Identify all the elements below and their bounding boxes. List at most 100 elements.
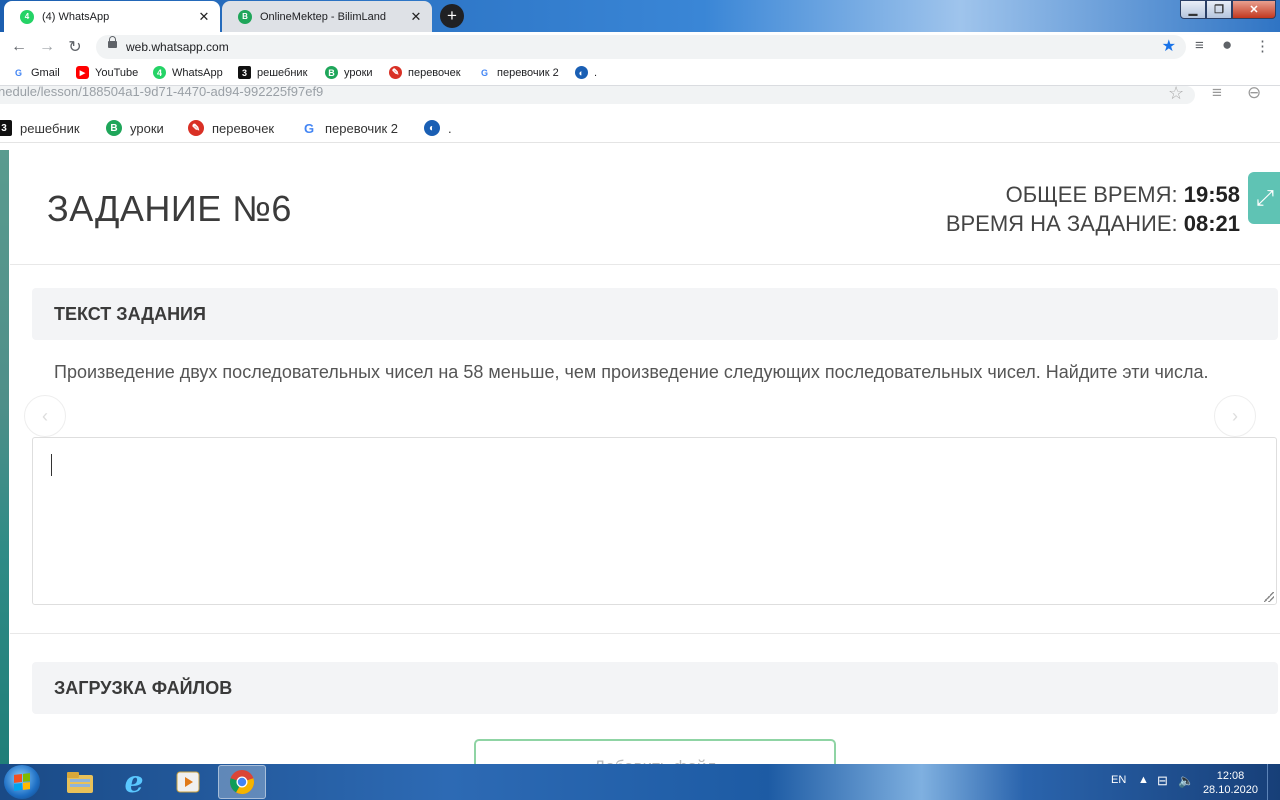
- inner-media-icon: ≡: [1212, 86, 1222, 102]
- task-content: ЗАДАНИЕ №6 ОБЩЕЕ ВРЕМЯ: 19:58 ВРЕМЯ НА З…: [10, 150, 1280, 764]
- divider: [10, 633, 1280, 634]
- inner-bookmark-reshebnik: 3 решебник: [0, 120, 80, 136]
- bookmark-reshebnik[interactable]: 3 решебник: [238, 66, 307, 79]
- google-icon: G: [480, 67, 488, 78]
- next-arrow-icon[interactable]: ›: [1214, 395, 1256, 437]
- browser-toolbar: ← → ↻ web.whatsapp.com ★ ≡ ● ⋮: [0, 32, 1280, 62]
- whatsapp-icon: 4: [153, 66, 166, 79]
- bookmark-label: перевочек: [408, 66, 461, 79]
- task-time: ВРЕМЯ НА ЗАДАНИЕ: 08:21: [946, 209, 1240, 238]
- close-icon[interactable]: ✕: [408, 9, 424, 25]
- network-icon[interactable]: ⊟: [1157, 773, 1168, 789]
- answer-textarea[interactable]: [32, 437, 1277, 605]
- file-upload-section-header: ЗАГРУЗКА ФАЙЛОВ: [32, 662, 1278, 714]
- text-caret: [51, 454, 52, 476]
- bookmark-label: решебник: [257, 66, 308, 79]
- translator-icon: ✎: [389, 66, 402, 79]
- translator-icon: ✎: [188, 120, 204, 136]
- window-controls: ▁ ❐ ✕: [1180, 0, 1276, 19]
- menu-icon[interactable]: ⋮: [1255, 37, 1270, 55]
- bookmark-youtube[interactable]: ▶ YouTube: [76, 66, 138, 79]
- reshebnik-icon: 3: [238, 66, 251, 79]
- address-bar[interactable]: web.whatsapp.com ★: [96, 35, 1186, 59]
- bookmark-whatsapp[interactable]: 4 WhatsApp: [153, 66, 223, 79]
- inner-bookmark-dot: ◐ .: [424, 120, 452, 136]
- language-indicator[interactable]: EN: [1111, 774, 1126, 786]
- inner-bookmark-uroki: B уроки: [106, 120, 164, 136]
- inner-bookmarks-bar: 3 решебник B уроки ✎ перевочек G перевоч…: [0, 116, 1280, 143]
- bookmark-label: .: [594, 66, 598, 79]
- bookmark-uroki[interactable]: B уроки: [325, 66, 373, 79]
- google-icon: G: [14, 67, 22, 78]
- close-window-button[interactable]: ✕: [1232, 0, 1276, 19]
- media-player-icon[interactable]: [164, 765, 212, 799]
- total-time: ОБЩЕЕ ВРЕМЯ: 19:58: [946, 180, 1240, 209]
- task-time-value: 08:21: [1183, 211, 1240, 236]
- tab-title: (4) WhatsApp: [42, 10, 110, 23]
- system-clock[interactable]: 12:08 28.10.2020: [1203, 769, 1258, 797]
- task-time-label: ВРЕМЯ НА ЗАДАНИЕ:: [945, 211, 1184, 236]
- globe-icon: ◐: [575, 66, 588, 79]
- bookmark-perevochek[interactable]: ✎ перевочек: [389, 66, 461, 79]
- task-page-viewport: nedule/lesson/188504a1-9d71-4470-ad94-99…: [0, 86, 1280, 764]
- reload-icon[interactable]: ↻: [65, 37, 85, 57]
- bookmark-label: уроки: [130, 120, 164, 136]
- bookmark-label: WhatsApp: [172, 66, 223, 79]
- inner-bookmark-perevochik-2: G перевочик 2: [301, 120, 398, 136]
- bookmark-perevochik-2[interactable]: G перевочик 2: [478, 66, 559, 79]
- new-tab-button[interactable]: +: [440, 4, 464, 28]
- tab-onlinemektep[interactable]: B OnlineMektep - BilimLand ✕: [222, 1, 432, 32]
- bilimland-icon: B: [106, 120, 122, 136]
- inner-bookmark-perevochek: ✎ перевочек: [188, 120, 274, 136]
- tray-expand-icon[interactable]: ▲: [1138, 774, 1149, 786]
- total-time-label: ОБЩЕЕ ВРЕМЯ:: [1005, 182, 1184, 207]
- url-text: web.whatsapp.com: [126, 40, 229, 54]
- windows-logo-icon: [14, 773, 30, 791]
- explorer-icon[interactable]: [56, 765, 104, 799]
- prev-arrow-icon[interactable]: ‹: [24, 395, 66, 437]
- bookmark-label: перевочек: [212, 120, 275, 136]
- minimize-button[interactable]: ▁: [1180, 0, 1206, 19]
- globe-icon: ◐: [424, 120, 440, 136]
- add-file-button[interactable]: Добавить файл: [474, 739, 836, 764]
- inner-address-bar: nedule/lesson/188504a1-9d71-4470-ad94-99…: [0, 86, 1195, 104]
- tab-whatsapp[interactable]: 4 (4) WhatsApp ✕: [4, 1, 220, 32]
- windows-taskbar: e EN ▲ ⊟ 🔈 12:08 28.10.2020: [0, 764, 1280, 800]
- profile-icon[interactable]: ●: [1222, 35, 1232, 55]
- bookmark-dot[interactable]: ◐ .: [575, 66, 597, 79]
- bookmark-label: уроки: [344, 66, 373, 79]
- forward-icon[interactable]: →: [37, 37, 57, 57]
- bookmark-label: .: [448, 120, 452, 136]
- close-icon[interactable]: ✕: [196, 9, 212, 25]
- divider: [10, 264, 1280, 265]
- bookmark-label: решебник: [20, 120, 80, 136]
- question-text: Произведение двух последовательных чисел…: [54, 362, 1209, 382]
- bilimland-icon: B: [325, 66, 338, 79]
- whatsapp-icon: 4: [20, 9, 34, 24]
- inner-star-icon: ☆: [1168, 86, 1185, 103]
- google-icon: G: [303, 120, 315, 136]
- left-accent-strip: [0, 150, 9, 764]
- start-button[interactable]: [4, 765, 40, 799]
- tab-title: OnlineMektep - BilimLand: [260, 10, 386, 23]
- volume-icon[interactable]: 🔈: [1178, 773, 1194, 789]
- bookmark-label: YouTube: [95, 66, 139, 79]
- internet-explorer-icon[interactable]: e: [110, 765, 158, 800]
- media-control-icon[interactable]: ≡: [1195, 37, 1204, 54]
- chrome-icon[interactable]: [218, 765, 266, 799]
- show-desktop-button[interactable]: [1267, 764, 1280, 800]
- bookmark-label: перевочик 2: [325, 120, 398, 136]
- inner-url-text: nedule/lesson/188504a1-9d71-4470-ad94-99…: [0, 86, 324, 99]
- maximize-button[interactable]: ❐: [1206, 0, 1232, 19]
- resize-grip-icon[interactable]: [1264, 592, 1274, 602]
- bilimland-icon: B: [238, 9, 252, 24]
- youtube-icon: ▶: [76, 66, 89, 79]
- back-icon[interactable]: ←: [9, 37, 29, 57]
- bookmark-label: Gmail: [31, 66, 60, 79]
- task-text-section-header: ТЕКСТ ЗАДАНИЯ: [32, 288, 1278, 340]
- bookmark-gmail[interactable]: G Gmail: [12, 66, 60, 79]
- reshebnik-icon: 3: [0, 120, 12, 136]
- fullscreen-expand-icon[interactable]: ⤢: [1248, 172, 1280, 224]
- bookmark-star-icon[interactable]: ★: [1162, 36, 1176, 56]
- bookmark-label: перевочик 2: [497, 66, 559, 79]
